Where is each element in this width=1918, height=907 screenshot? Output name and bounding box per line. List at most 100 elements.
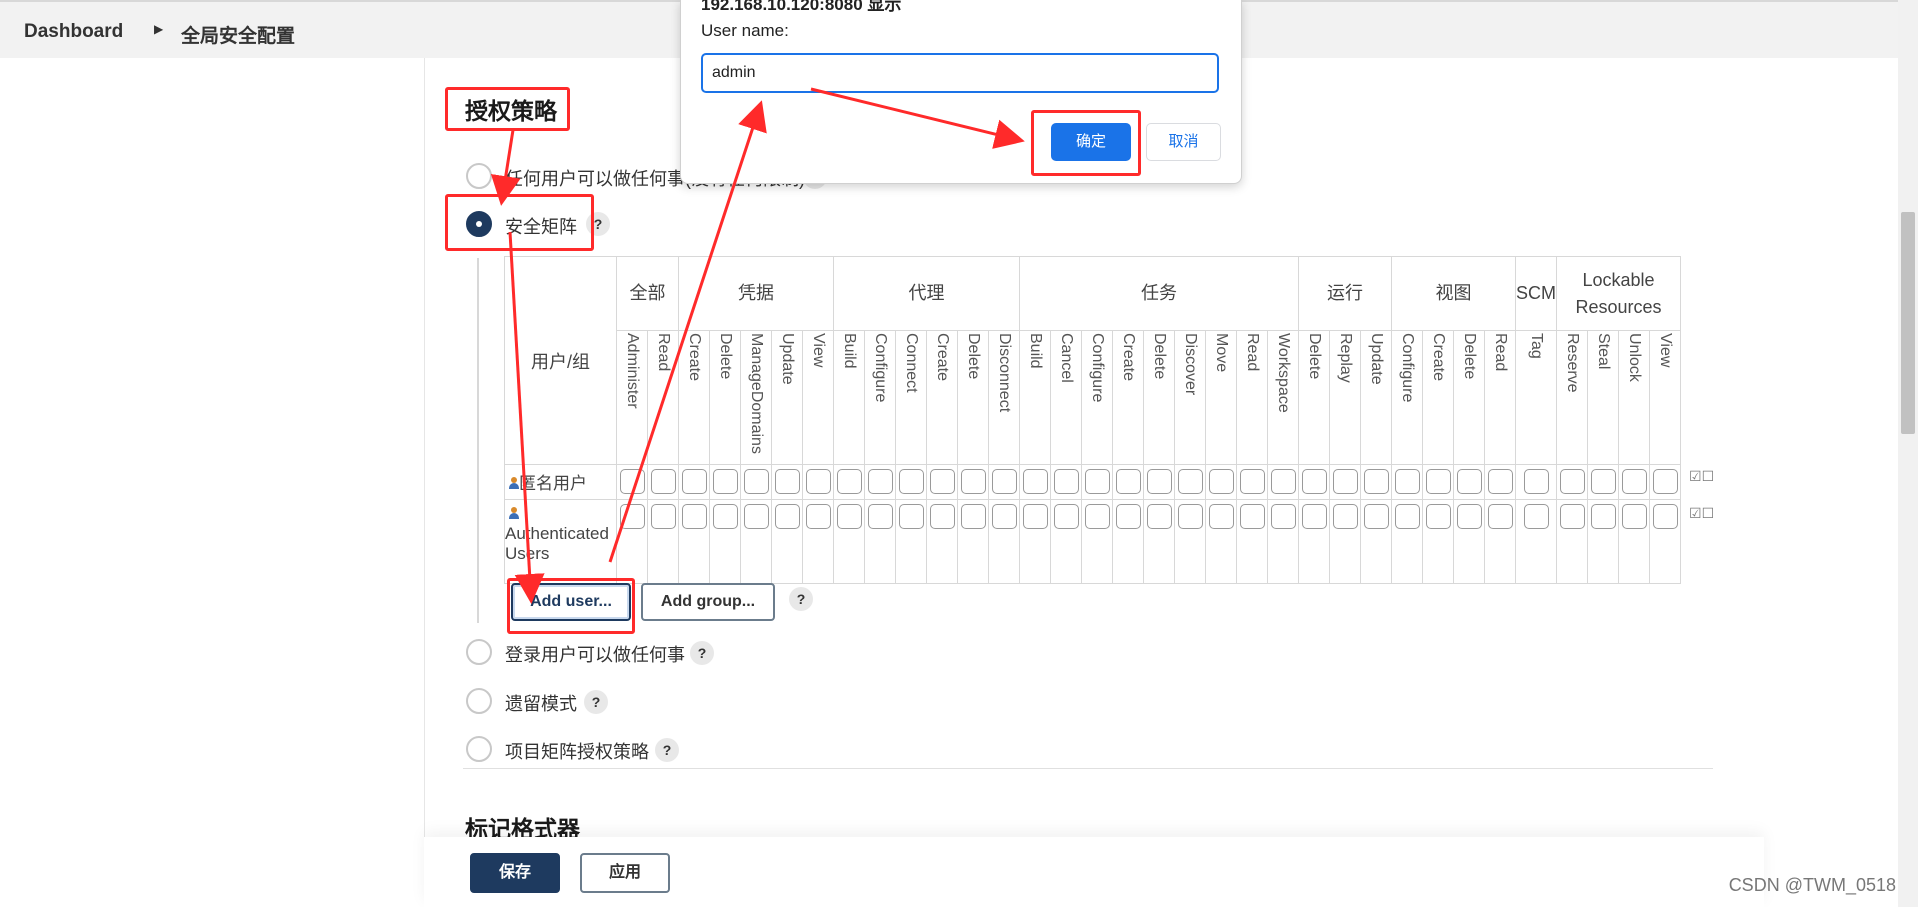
permission-checkbox[interactable] [712, 469, 738, 494]
check-all-icon[interactable]: ☑ [1689, 505, 1702, 521]
add-group-button[interactable]: Add group... [641, 583, 775, 621]
permission-checkbox[interactable] [1115, 469, 1141, 494]
row-select-tools[interactable]: ☑☐ [1689, 505, 1714, 522]
permission-checkbox[interactable] [1621, 469, 1647, 494]
permission-checkbox[interactable] [1301, 504, 1327, 529]
radio-logged-in-users[interactable] [466, 639, 492, 665]
permission-checkbox[interactable] [743, 504, 769, 529]
radio-project-matrix[interactable] [466, 736, 492, 762]
permission-checkbox[interactable] [1301, 469, 1327, 494]
permission-checkbox[interactable] [867, 469, 893, 494]
permission-checkbox[interactable] [1652, 469, 1678, 494]
permission-checkbox[interactable] [1270, 469, 1296, 494]
permission-checkbox[interactable] [1022, 469, 1048, 494]
permission-checkbox[interactable] [1332, 504, 1358, 529]
permission-checkbox[interactable] [929, 469, 955, 494]
permission-checkbox[interactable] [991, 504, 1017, 529]
permission-checkbox[interactable] [1239, 469, 1265, 494]
permission-checkbox[interactable] [650, 469, 676, 494]
permission-checkbox[interactable] [1425, 504, 1451, 529]
permission-cell [1556, 499, 1588, 584]
apply-button[interactable]: 应用 [580, 853, 670, 893]
permission-checkbox[interactable] [1621, 504, 1647, 529]
permission-cell [1205, 464, 1237, 500]
permission-checkbox[interactable] [712, 504, 738, 529]
permission-checkbox[interactable] [898, 504, 924, 529]
permission-checkbox[interactable] [1456, 469, 1482, 494]
page-scrollbar[interactable] [1898, 0, 1918, 907]
permission-checkbox[interactable] [898, 469, 924, 494]
help-icon[interactable]: ? [789, 587, 813, 611]
permission-checkbox[interactable] [1146, 469, 1172, 494]
permission-checkbox[interactable] [1363, 469, 1389, 494]
permission-cell [864, 499, 896, 584]
permission-checkbox[interactable] [805, 504, 831, 529]
uncheck-all-icon[interactable]: ☐ [1702, 505, 1715, 521]
row-select-tools[interactable]: ☑☐ [1689, 468, 1714, 485]
table-row: 匿名用户 [504, 464, 1681, 500]
permission-checkbox[interactable] [1270, 504, 1296, 529]
permission-checkbox[interactable] [1208, 504, 1234, 529]
permission-checkbox[interactable] [619, 504, 645, 529]
permission-checkbox[interactable] [960, 469, 986, 494]
permission-checkbox[interactable] [1053, 504, 1079, 529]
permission-checkbox[interactable] [836, 469, 862, 494]
permission-checkbox[interactable] [650, 504, 676, 529]
permission-checkbox[interactable] [619, 469, 645, 494]
permission-checkbox[interactable] [1394, 504, 1420, 529]
help-icon[interactable]: ? [584, 690, 608, 714]
help-icon[interactable]: ? [690, 641, 714, 665]
permission-checkbox[interactable] [1084, 504, 1110, 529]
permission-checkbox[interactable] [1523, 469, 1549, 494]
permission-checkbox[interactable] [743, 469, 769, 494]
radio-anyone-can-do-anything[interactable] [466, 163, 492, 189]
save-button[interactable]: 保存 [470, 853, 560, 893]
permission-checkbox[interactable] [1652, 504, 1678, 529]
permission-checkbox[interactable] [1559, 469, 1585, 494]
permission-checkbox[interactable] [805, 469, 831, 494]
permission-checkbox[interactable] [1053, 469, 1079, 494]
permission-checkbox[interactable] [1394, 469, 1420, 494]
permission-checkbox[interactable] [681, 469, 707, 494]
permission-checkbox[interactable] [1590, 469, 1616, 494]
uncheck-all-icon[interactable]: ☐ [1702, 468, 1715, 484]
help-icon[interactable]: ? [655, 738, 679, 762]
permission-checkbox[interactable] [929, 504, 955, 529]
permission-checkbox[interactable] [1115, 504, 1141, 529]
permission-checkbox[interactable] [1456, 504, 1482, 529]
breadcrumb-dashboard[interactable]: Dashboard [24, 21, 123, 43]
permission-cell [678, 499, 710, 584]
dialog-cancel-button[interactable]: 取消 [1146, 123, 1221, 161]
username-input[interactable] [701, 53, 1219, 93]
permission-checkbox[interactable] [1146, 504, 1172, 529]
permission-checkbox[interactable] [681, 504, 707, 529]
permission-checkbox[interactable] [1177, 504, 1203, 529]
permission-checkbox[interactable] [1208, 469, 1234, 494]
permission-checkbox[interactable] [774, 504, 800, 529]
permission-checkbox[interactable] [1425, 469, 1451, 494]
permission-checkbox[interactable] [1084, 469, 1110, 494]
permission-checkbox[interactable] [960, 504, 986, 529]
permission-checkbox[interactable] [774, 469, 800, 494]
permission-checkbox[interactable] [867, 504, 893, 529]
permission-label: Unlock [1626, 333, 1643, 382]
permission-checkbox[interactable] [1332, 469, 1358, 494]
permission-checkbox[interactable] [1523, 504, 1549, 529]
permission-checkbox[interactable] [1363, 504, 1389, 529]
radio-legacy-mode[interactable] [466, 688, 492, 714]
permission-header: Build [833, 330, 865, 465]
permission-checkbox[interactable] [1590, 504, 1616, 529]
scrollbar-thumb[interactable] [1901, 212, 1915, 434]
permission-cell [1484, 499, 1516, 584]
check-all-icon[interactable]: ☑ [1689, 468, 1702, 484]
permission-checkbox[interactable] [836, 504, 862, 529]
permission-checkbox[interactable] [1487, 504, 1513, 529]
permission-checkbox[interactable] [1177, 469, 1203, 494]
permission-checkbox[interactable] [1239, 504, 1265, 529]
permission-checkbox[interactable] [1559, 504, 1585, 529]
permission-checkbox[interactable] [991, 469, 1017, 494]
permission-checkbox[interactable] [1487, 469, 1513, 494]
permission-cell [1618, 499, 1650, 584]
permission-cell [771, 499, 803, 584]
permission-checkbox[interactable] [1022, 504, 1048, 529]
